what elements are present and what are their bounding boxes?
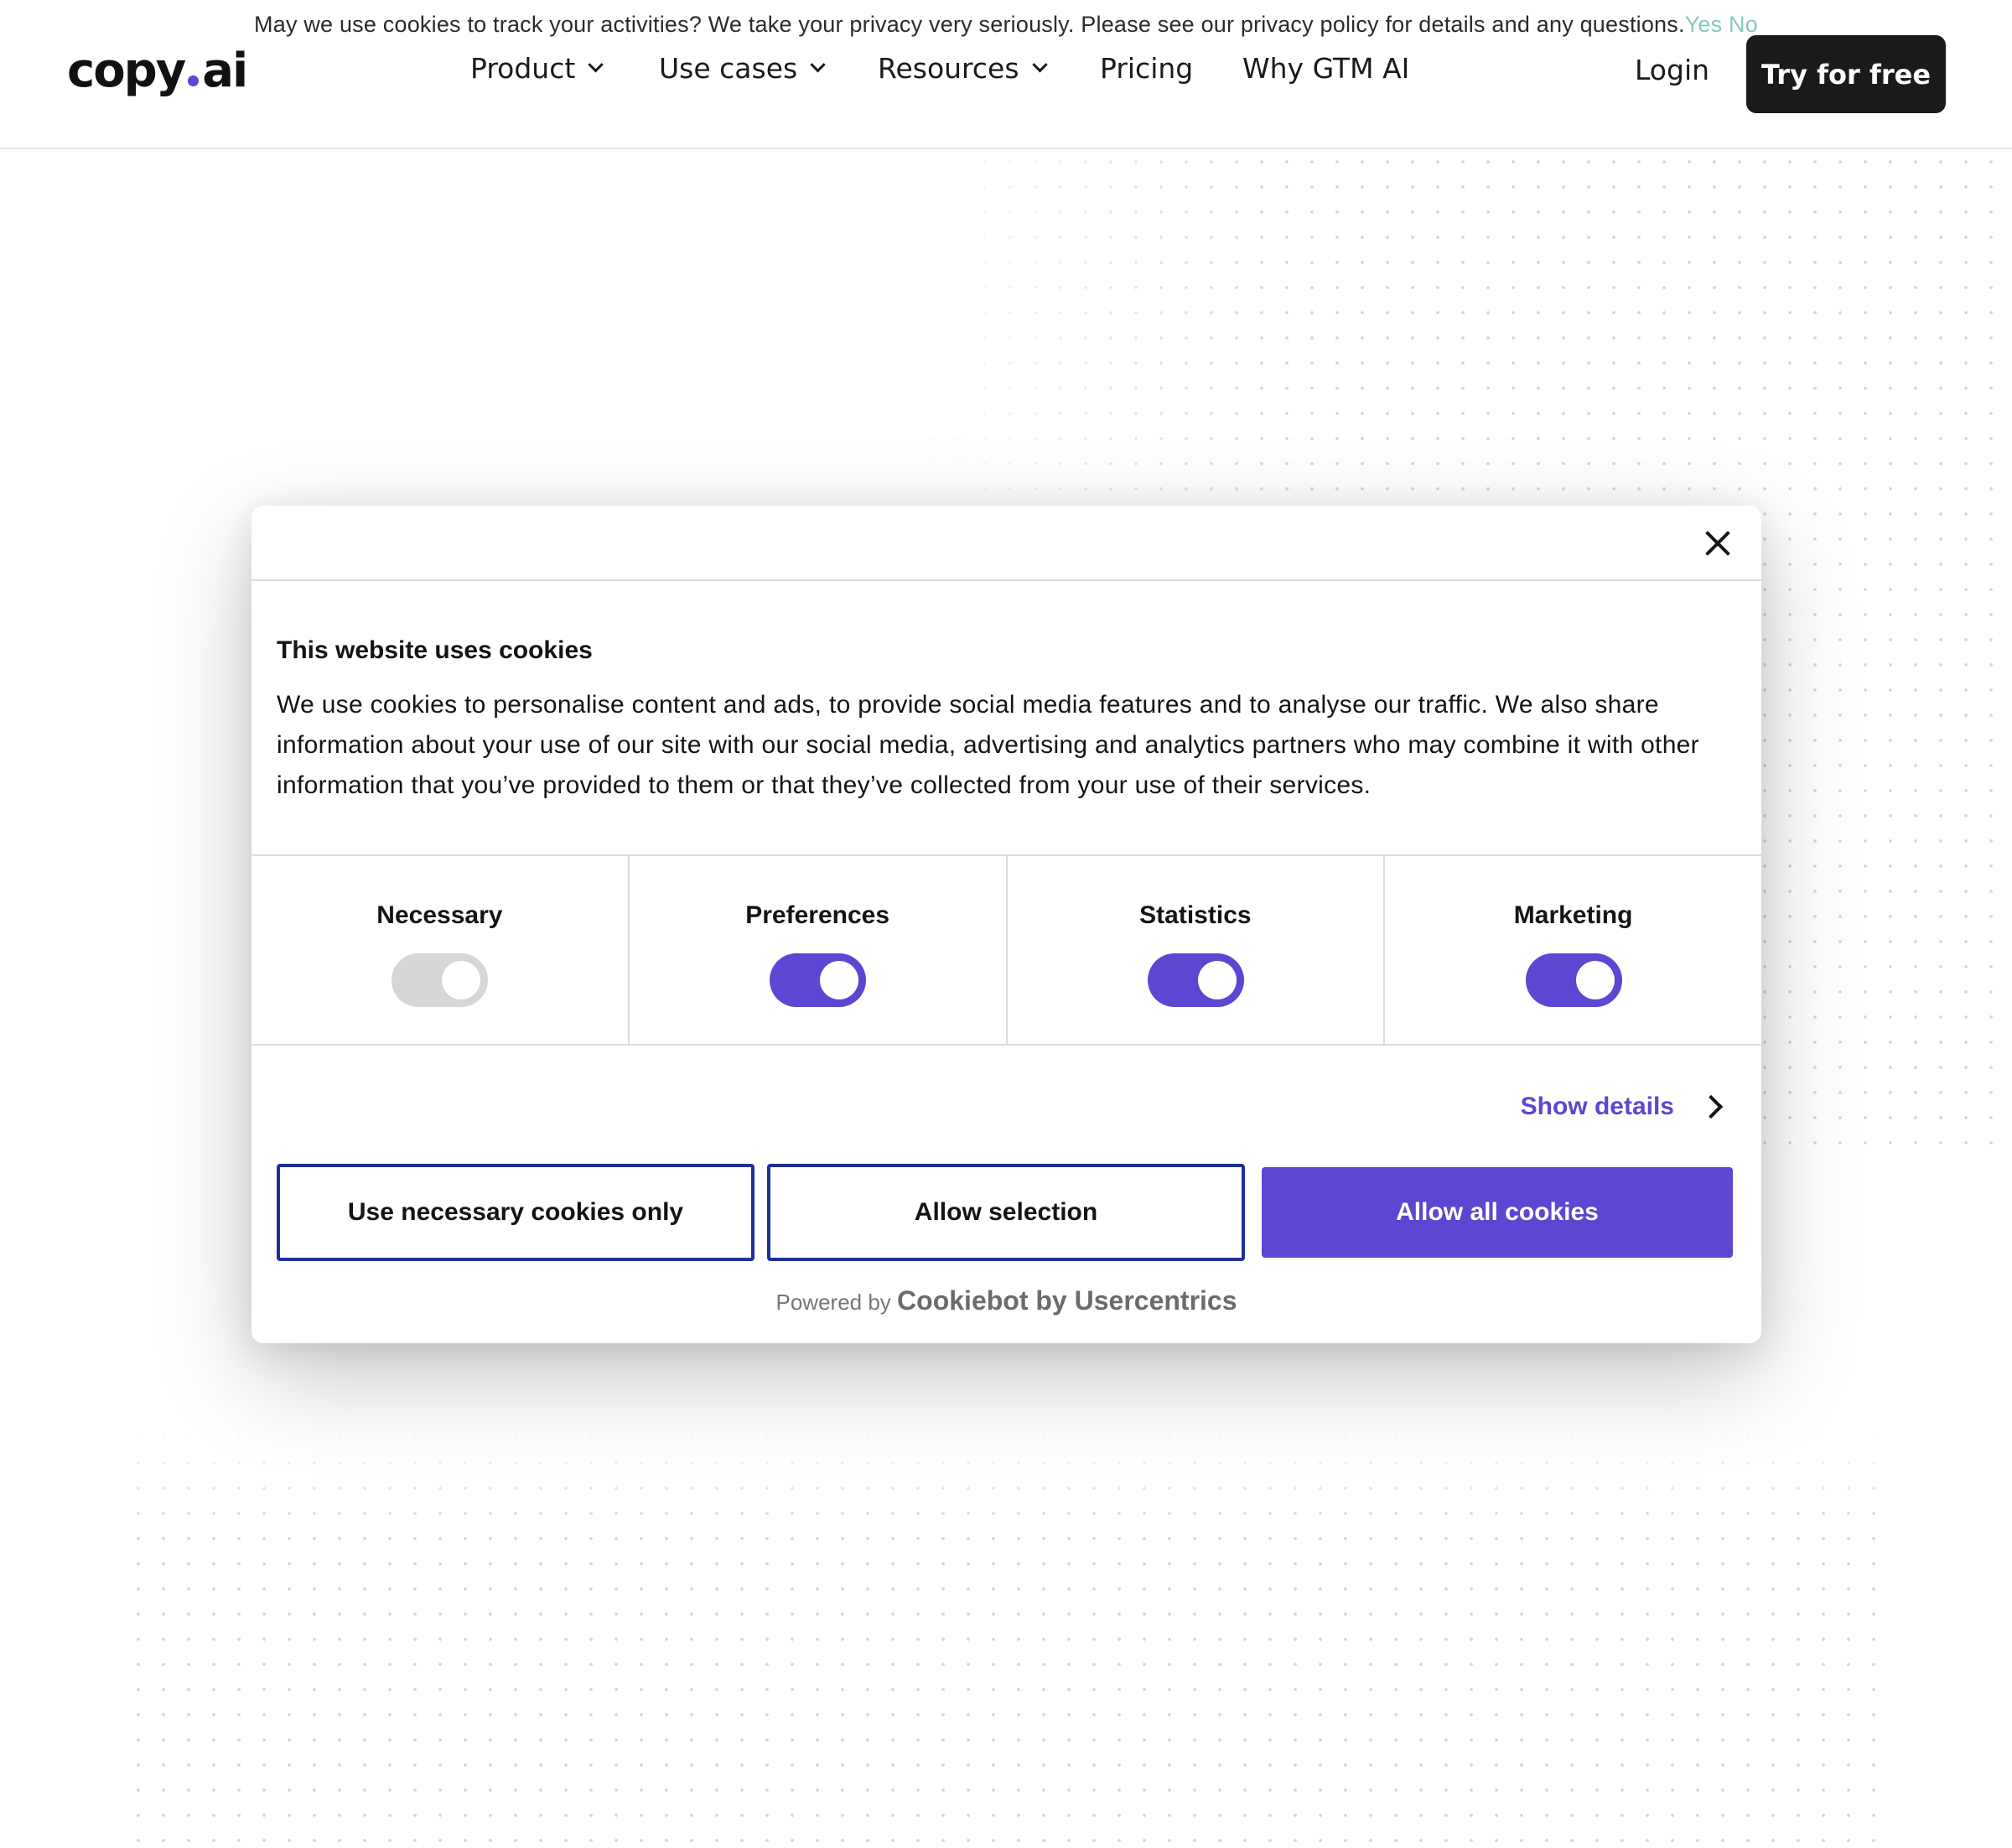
cookie-notice-yes-link[interactable]: Yes	[1685, 12, 1723, 37]
nav-item-label: Resources	[878, 52, 1019, 85]
nav-item-label: Product	[470, 52, 576, 85]
nav-item-pricing[interactable]: Pricing	[1100, 52, 1193, 85]
show-details-link[interactable]: Show details	[1520, 1093, 1724, 1121]
powered-by: Powered by Cookiebot by Usercentrics	[252, 1285, 1761, 1316]
toggle-label: Preferences	[745, 901, 890, 929]
preferences-toggle[interactable]	[770, 953, 867, 1007]
close-icon[interactable]	[1698, 522, 1740, 564]
nav-item-label: Why GTM AI	[1242, 52, 1410, 85]
consent-toggle-row: Necessary Preferences Statistics Marketi…	[252, 854, 1761, 1046]
statistics-toggle[interactable]	[1147, 953, 1244, 1007]
toggle-knob	[820, 961, 859, 999]
toggle-cell-preferences: Preferences	[630, 856, 1008, 1044]
nav-item-resources[interactable]: Resources	[878, 52, 1048, 85]
powered-by-prefix: Powered by	[775, 1290, 891, 1315]
dialog-description: We use cookies to personalise content an…	[277, 691, 1699, 799]
toggle-label: Necessary	[376, 901, 503, 929]
nav-item-why-gtm-ai[interactable]: Why GTM AI	[1242, 52, 1409, 85]
cookie-notice-text: May we use cookies to track your activit…	[254, 12, 1685, 37]
cookie-notice-no-link[interactable]: No	[1729, 12, 1758, 37]
toggle-knob	[1575, 961, 1615, 999]
marketing-toggle[interactable]	[1525, 953, 1622, 1007]
dotted-background-bottom	[126, 1425, 1886, 1848]
toggle-label: Statistics	[1139, 901, 1252, 929]
nav-item-product[interactable]: Product	[470, 52, 604, 85]
toggle-cell-necessary: Necessary	[252, 856, 630, 1044]
toggle-knob	[442, 961, 481, 999]
dialog-title: This website uses cookies	[277, 636, 593, 664]
main-nav: Product Use cases Resources Pricing Why …	[0, 52, 2012, 96]
nav-item-use-cases[interactable]: Use cases	[659, 52, 826, 85]
nav-item-label: Use cases	[659, 52, 798, 85]
dialog-header	[252, 506, 1761, 581]
use-necessary-cookies-only-button[interactable]: Use necessary cookies only	[277, 1164, 754, 1261]
nav-item-label: Pricing	[1100, 52, 1194, 85]
chevron-down-icon	[588, 57, 604, 73]
allow-selection-button[interactable]: Allow selection	[767, 1164, 1245, 1261]
chevron-down-icon	[1031, 57, 1048, 73]
necessary-toggle	[392, 953, 489, 1007]
toggle-knob	[1197, 961, 1237, 999]
site-header: May we use cookies to track your activit…	[0, 0, 2012, 149]
cookie-consent-dialog: This website uses cookies We use cookies…	[252, 506, 1761, 1343]
cookie-notice-bar: May we use cookies to track your activit…	[0, 12, 2012, 40]
try-for-free-button[interactable]: Try for free	[1746, 35, 1946, 113]
show-details-label: Show details	[1520, 1093, 1674, 1120]
chevron-down-icon	[810, 57, 826, 73]
cookiebot-brand-link[interactable]: Cookiebot by Usercentrics	[897, 1285, 1237, 1316]
allow-all-cookies-button[interactable]: Allow all cookies	[1262, 1167, 1733, 1258]
toggle-cell-marketing: Marketing	[1385, 856, 1761, 1044]
toggle-label: Marketing	[1513, 901, 1633, 929]
toggle-cell-statistics: Statistics	[1008, 856, 1386, 1044]
chevron-right-icon	[1698, 1094, 1724, 1119]
login-link[interactable]: Login	[1635, 54, 1709, 86]
